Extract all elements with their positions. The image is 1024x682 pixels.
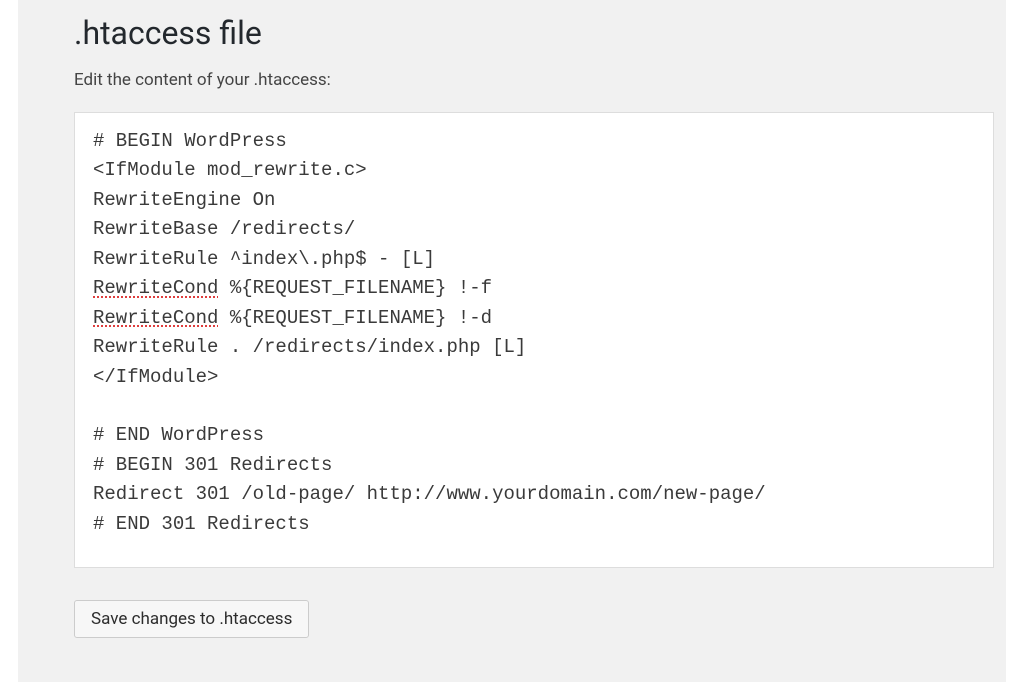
page-title: .htaccess file	[74, 10, 1006, 52]
instruction-text: Edit the content of your .htaccess:	[74, 70, 1006, 90]
htaccess-editor[interactable]: # BEGIN WordPress <IfModule mod_rewrite.…	[74, 112, 994, 568]
save-button[interactable]: Save changes to .htaccess	[74, 600, 309, 638]
htaccess-settings-panel: .htaccess file Edit the content of your …	[18, 0, 1006, 682]
